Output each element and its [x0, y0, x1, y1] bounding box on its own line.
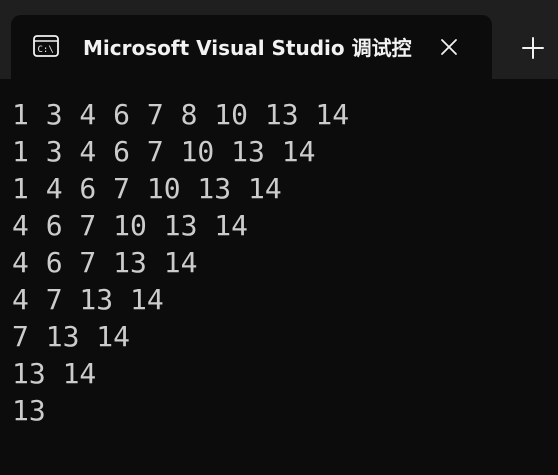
- terminal-window: C:\ Microsoft Visual Studio 调试控 1 3 4 6 …: [0, 0, 558, 475]
- console-line: 13: [12, 394, 46, 427]
- console-line: 4 6 7 10 13 14: [12, 209, 249, 242]
- console-line: 7 13 14: [12, 320, 131, 353]
- title-bar: C:\ Microsoft Visual Studio 调试控: [0, 0, 558, 79]
- console-output: 1 3 4 6 7 8 10 13 14 1 3 4 6 7 10 13 14 …: [12, 96, 349, 429]
- console-line: 1 3 4 6 7 10 13 14: [12, 135, 316, 168]
- console-line: 1 4 6 7 10 13 14: [12, 172, 282, 205]
- plus-icon[interactable]: [515, 30, 551, 66]
- console-icon: C:\: [33, 35, 59, 57]
- svg-text:C:\: C:\: [38, 45, 54, 55]
- console-line: 4 7 13 14: [12, 283, 164, 316]
- console-output-area[interactable]: 1 3 4 6 7 8 10 13 14 1 3 4 6 7 10 13 14 …: [0, 79, 558, 475]
- tab-debug-console[interactable]: C:\ Microsoft Visual Studio 调试控: [11, 15, 492, 79]
- console-line: 1 3 4 6 7 8 10 13 14: [12, 98, 350, 131]
- console-line: 4 6 7 13 14: [12, 246, 198, 279]
- console-line: 13 14: [12, 357, 97, 390]
- close-icon[interactable]: [435, 33, 463, 61]
- tab-title: Microsoft Visual Studio 调试控: [83, 36, 412, 60]
